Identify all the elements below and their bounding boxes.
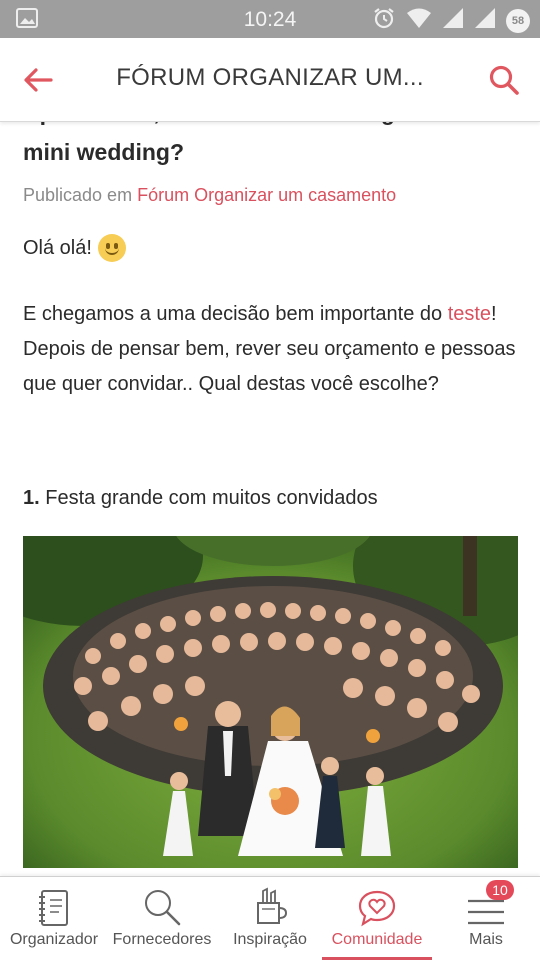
back-arrow-icon [24,68,53,92]
signal-icon [442,7,464,34]
back-button[interactable] [18,62,58,98]
search-icon [489,65,519,95]
paragraph-text-start: E chegamos a uma decisão bem importante … [23,303,448,325]
chat-heart-icon [358,890,396,927]
post-content: Apaixonada, mas confusa: festa grande ou… [0,122,540,876]
nav-mais[interactable]: 10 Mais [446,877,526,960]
signal-icon-2 [474,7,496,34]
notification-badge: 10 [486,880,514,900]
alarm-icon [372,6,396,35]
option-1-number: 1. [23,487,40,509]
wedding-photo-illustration [23,536,518,868]
battery-icon: 58 [506,8,530,33]
post-paragraph: E chegamos a uma decisão bem importante … [23,297,523,402]
nav-label-comunidade: Comunidade [331,931,423,948]
nav-inspiracao[interactable]: Inspiração [224,877,316,960]
teste-link[interactable]: teste [448,303,491,325]
inspiration-icon [257,887,287,924]
published-prefix: Publicado em [23,185,133,205]
search-icon [145,890,181,926]
option-1: 1. Festa grande com muitos convidados [23,487,378,510]
forum-link[interactable]: Fórum Organizar um casamento [137,185,396,205]
greeting-text: Olá olá! [23,236,92,259]
notebook-icon [39,890,68,926]
post-title: Apaixonada, mas confusa: festa grande ou… [23,122,492,165]
nav-organizador[interactable]: Organizador [4,877,104,960]
nav-label-fornecedores: Fornecedores [112,931,212,948]
status-bar: 10:24 58 [0,0,540,38]
greeting: Olá olá! [23,234,126,262]
page-title: FÓRUM ORGANIZAR UM... [116,64,424,91]
nav-label-inspiracao: Inspiração [233,931,307,948]
smiley-icon [97,234,126,262]
nav-label-mais: Mais [469,931,503,948]
wedding-crowd-photo[interactable] [23,536,518,868]
published-line: Publicado em Fórum Organizar um casament… [23,185,396,206]
app-bar: FÓRUM ORGANIZAR UM... [0,38,540,122]
option-1-text: Festa grande com muitos convidados [45,487,378,509]
nav-label-organizador: Organizador [9,931,99,948]
nav-fornecedores[interactable]: Fornecedores [108,877,216,960]
nav-comunidade[interactable]: Comunidade [322,877,432,960]
wifi-icon [406,7,432,34]
search-button[interactable] [484,60,524,100]
bottom-navigation: Organizador Fornecedores Inspiração Comu… [0,876,540,960]
